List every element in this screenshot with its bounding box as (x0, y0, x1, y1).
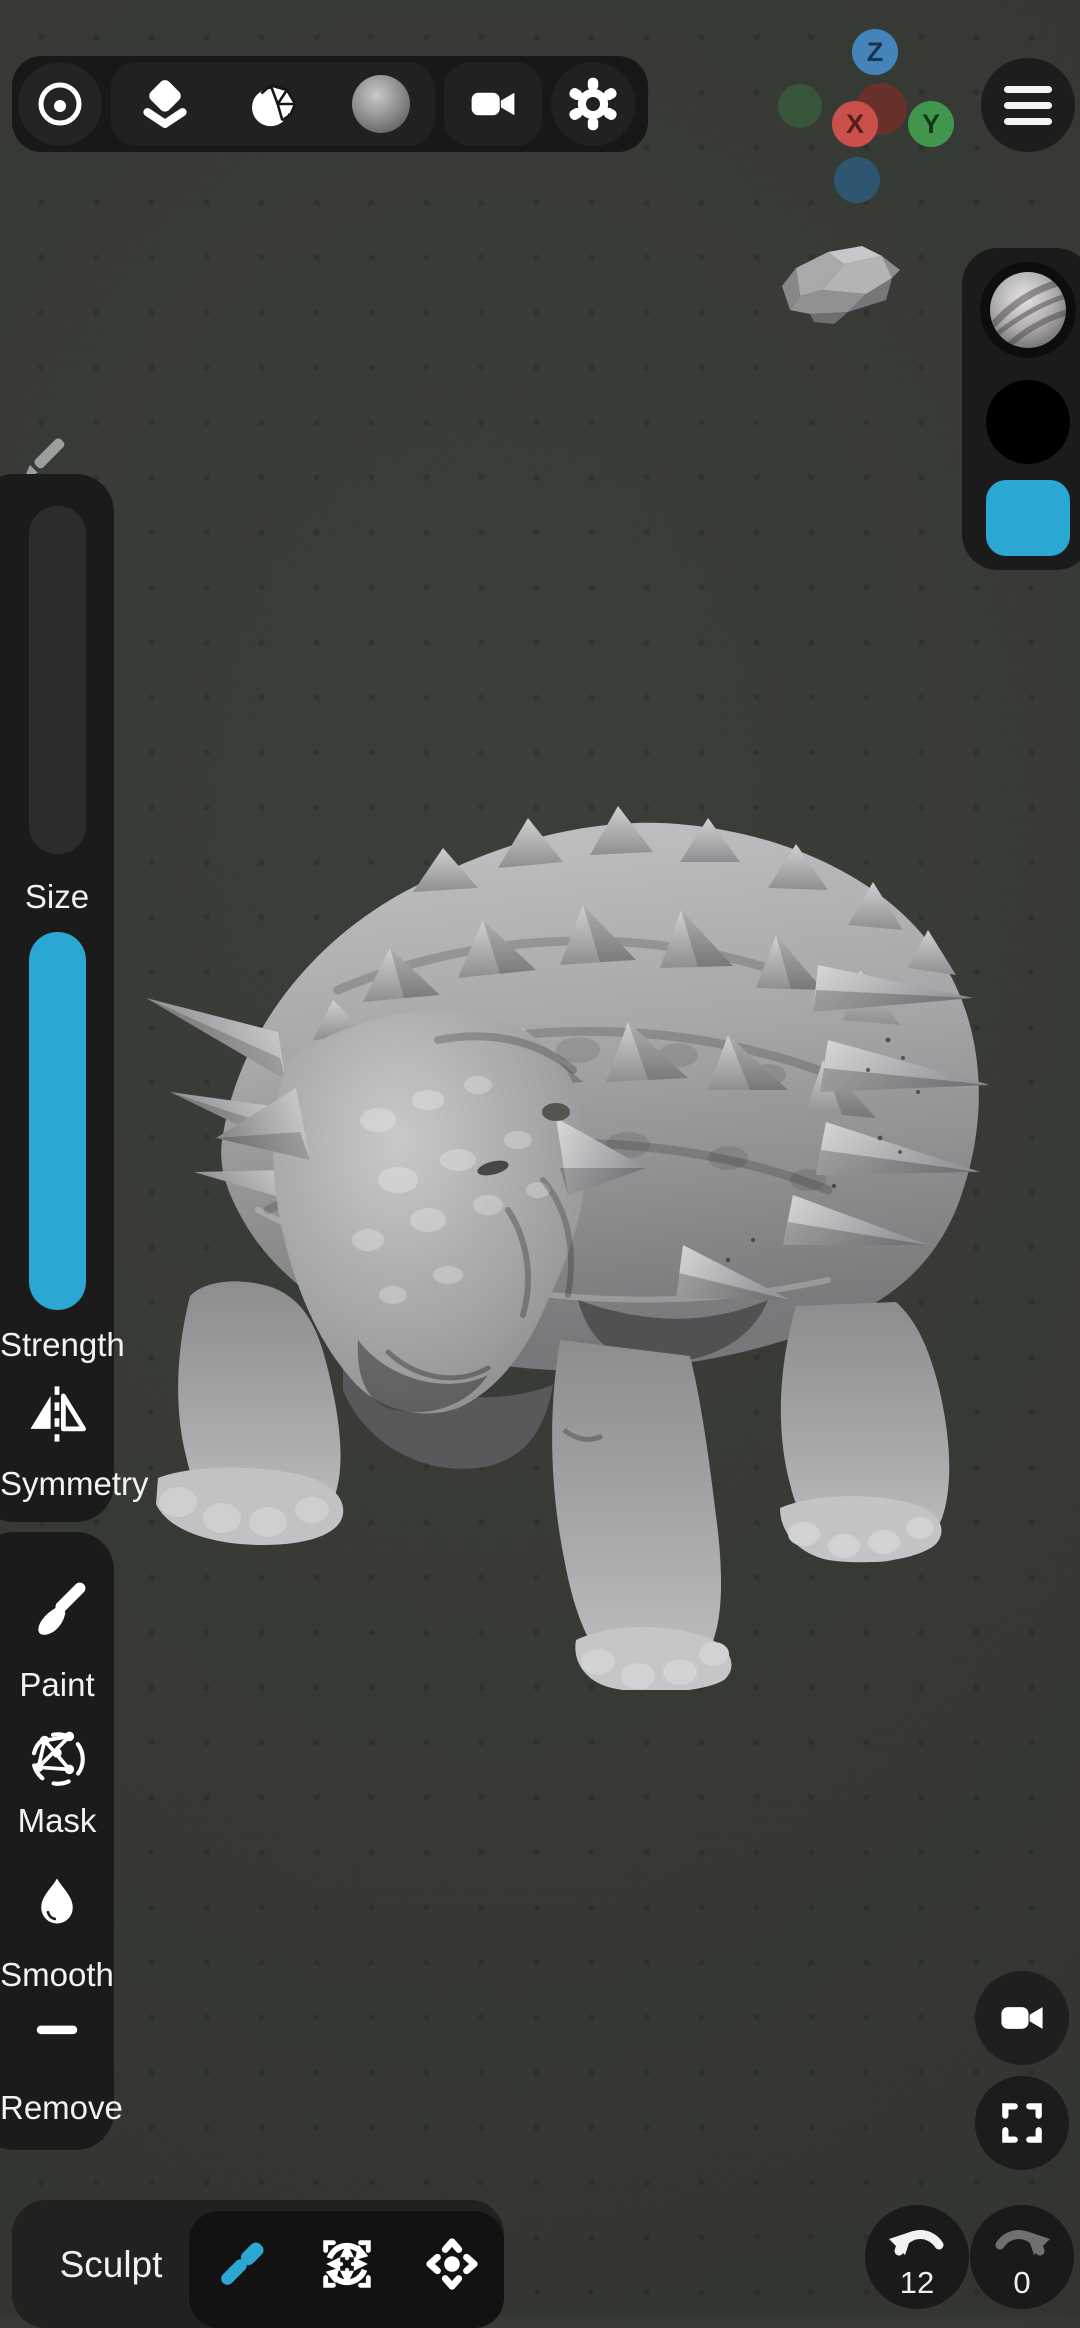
clay-brush-icon (220, 2241, 264, 2285)
material-sphere-icon (352, 75, 410, 133)
hamburger-menu-icon (1004, 101, 1052, 109)
gizmo-axis-green-dim[interactable] (778, 84, 822, 128)
size-label: Size (24, 878, 90, 915)
settings-button[interactable] (551, 62, 635, 146)
gizmo-axis-z[interactable]: Z (852, 29, 898, 75)
gizmo-axis-x[interactable]: X (832, 101, 878, 147)
remove-minus-icon (36, 2025, 78, 2035)
redo-icon (995, 2230, 1050, 2256)
strength-slider-fill (29, 932, 86, 1310)
scene-object-thumbnail[interactable] (770, 238, 916, 344)
transform-gizmo-icon (322, 2239, 371, 2288)
hamburger-menu-icon (1004, 85, 1052, 93)
redo-count: 0 (1013, 2265, 1031, 2300)
paint-tool-button[interactable] (24, 1578, 90, 1644)
mask-label: Mask (17, 1802, 97, 1839)
gizmo-axis-y[interactable]: Y (908, 101, 954, 147)
top-toolbar (12, 56, 648, 152)
move-pan-button[interactable] (399, 2211, 504, 2316)
fullscreen-button[interactable] (975, 2076, 1069, 2170)
brush-settings-panel: Size Strength Symmetry (0, 474, 149, 1522)
symmetry-button[interactable] (20, 1377, 94, 1451)
stroke-circle-icon (38, 82, 82, 126)
undo-count: 12 (899, 2265, 935, 2300)
black-color-swatch[interactable] (986, 380, 1070, 464)
matcap-sphere-icon (990, 272, 1066, 348)
stroke-settings-button[interactable] (18, 62, 102, 146)
smooth-tool-button[interactable] (28, 1872, 86, 1930)
gizmo-axis-blue-dim[interactable] (834, 157, 880, 203)
lowpoly-rock-icon (782, 246, 900, 324)
transform-gizmo-button[interactable] (294, 2211, 399, 2316)
strength-label: Strength (0, 1326, 125, 1363)
redo-button[interactable]: 0 (970, 2205, 1074, 2309)
settings-gear-icon (569, 77, 617, 131)
hamburger-menu-icon (1004, 117, 1052, 125)
clay-brush-button[interactable] (189, 2211, 294, 2316)
matcap-material-swatch[interactable] (980, 262, 1076, 358)
paint-brush-icon (38, 1582, 86, 1635)
material-palette-panel (962, 248, 1080, 570)
mode-tools-group (189, 2211, 504, 2328)
fullscreen-icon (1002, 2103, 1042, 2143)
gizmo-y-label: Y (921, 108, 940, 139)
smooth-label: Smooth (0, 1956, 114, 1993)
camera-icon (471, 92, 515, 116)
gizmo-x-label: X (845, 108, 864, 139)
cyan-color-swatch[interactable] (986, 480, 1070, 556)
camera-view-button[interactable] (444, 62, 542, 146)
layers-icon (143, 80, 187, 128)
mode-bar: Sculpt (12, 2200, 504, 2328)
remove-tool-button[interactable] (28, 2000, 86, 2058)
undo-icon (889, 2230, 944, 2256)
ankylosaurus-model (146, 806, 988, 1690)
mode-label[interactable]: Sculpt (40, 2244, 182, 2286)
size-slider[interactable] (29, 506, 86, 854)
mask-tool-button[interactable] (22, 1722, 92, 1792)
strength-slider[interactable] (29, 932, 86, 1310)
topology-button[interactable] (219, 62, 327, 146)
material-button[interactable] (327, 62, 435, 146)
remove-label: Remove (0, 2089, 123, 2126)
snapshot-camera-button[interactable] (975, 1971, 1069, 2065)
mask-lasso-icon (31, 1731, 85, 1786)
layers-button[interactable] (111, 62, 219, 146)
symmetry-label: Symmetry (0, 1465, 149, 1502)
topology-sphere-icon (252, 84, 297, 127)
toolbar-group (111, 62, 435, 146)
paint-label: Paint (19, 1666, 95, 1703)
hamburger-menu-button[interactable] (981, 58, 1075, 152)
symmetry-mirror-icon (30, 1386, 86, 1442)
undo-button[interactable]: 12 (865, 2205, 969, 2309)
viewport-3d-model[interactable] (128, 740, 988, 1690)
smooth-drop-icon (41, 1878, 73, 1924)
video-camera-icon (1001, 2007, 1043, 2029)
tool-shortcuts-panel: Paint Mask Smooth Remove (0, 1532, 123, 2150)
gizmo-z-label: Z (866, 36, 884, 67)
nomad-sculpt-app: { "colors": { "accent_cyan": "#2ba7d3", … (0, 0, 1080, 2328)
move-pan-icon (425, 2237, 478, 2290)
